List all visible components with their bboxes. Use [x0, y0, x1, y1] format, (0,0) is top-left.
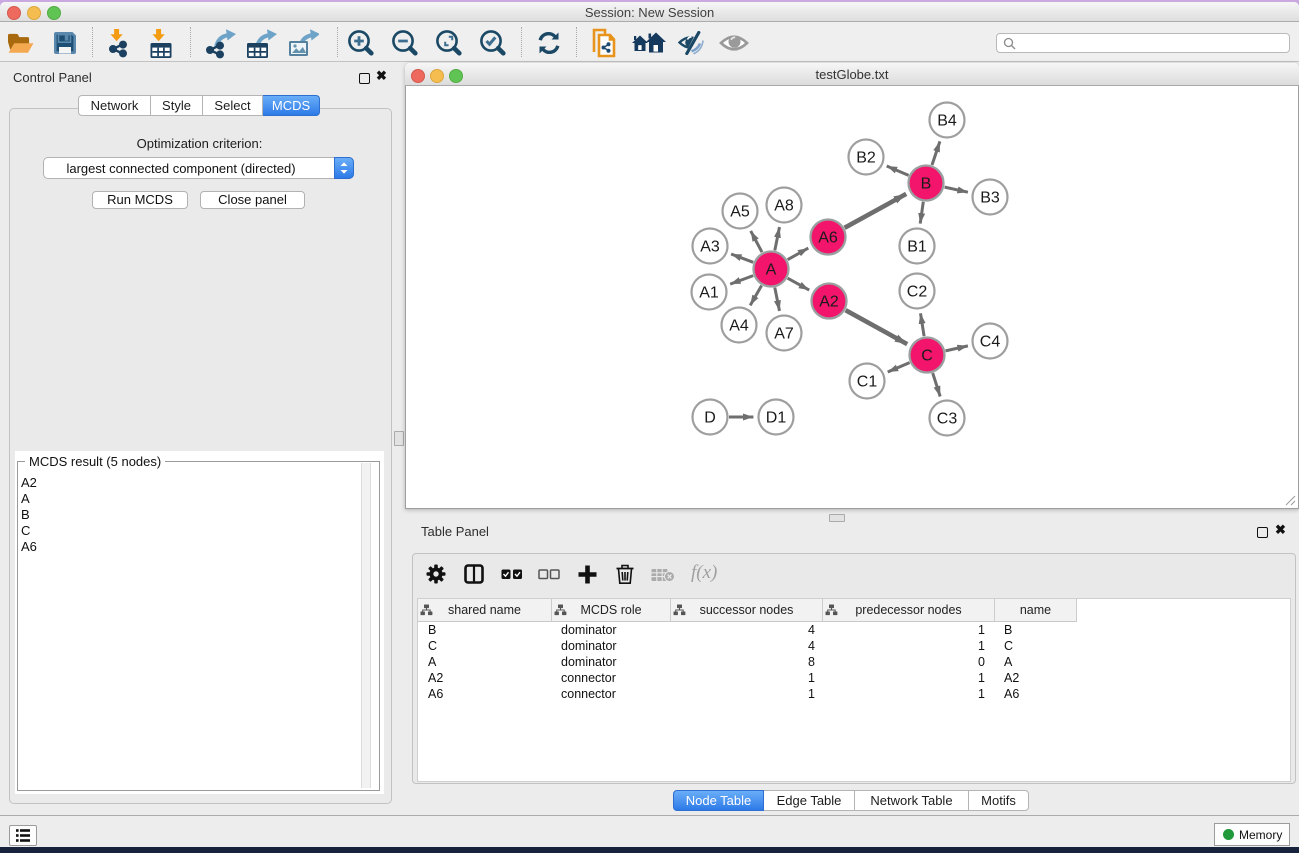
svg-text:C3: C3: [937, 411, 958, 428]
svg-text:B1: B1: [907, 239, 927, 256]
svg-text:A2: A2: [819, 294, 839, 311]
svg-text:A5: A5: [730, 204, 750, 221]
svg-text:B3: B3: [980, 190, 1000, 207]
svg-text:A1: A1: [699, 285, 719, 302]
svg-text:A6: A6: [818, 230, 838, 247]
svg-text:A7: A7: [774, 326, 794, 343]
svg-text:D1: D1: [766, 410, 787, 427]
svg-text:A4: A4: [729, 318, 749, 335]
svg-text:B: B: [921, 176, 932, 193]
svg-text:A8: A8: [774, 198, 794, 215]
svg-text:C1: C1: [857, 374, 878, 391]
svg-text:D: D: [704, 410, 716, 427]
svg-text:A3: A3: [700, 239, 720, 256]
svg-text:C4: C4: [980, 334, 1001, 351]
svg-text:B2: B2: [856, 150, 876, 167]
svg-text:C2: C2: [907, 284, 928, 301]
svg-text:C: C: [921, 348, 933, 365]
svg-text:A: A: [766, 262, 777, 279]
svg-text:B4: B4: [937, 113, 957, 130]
